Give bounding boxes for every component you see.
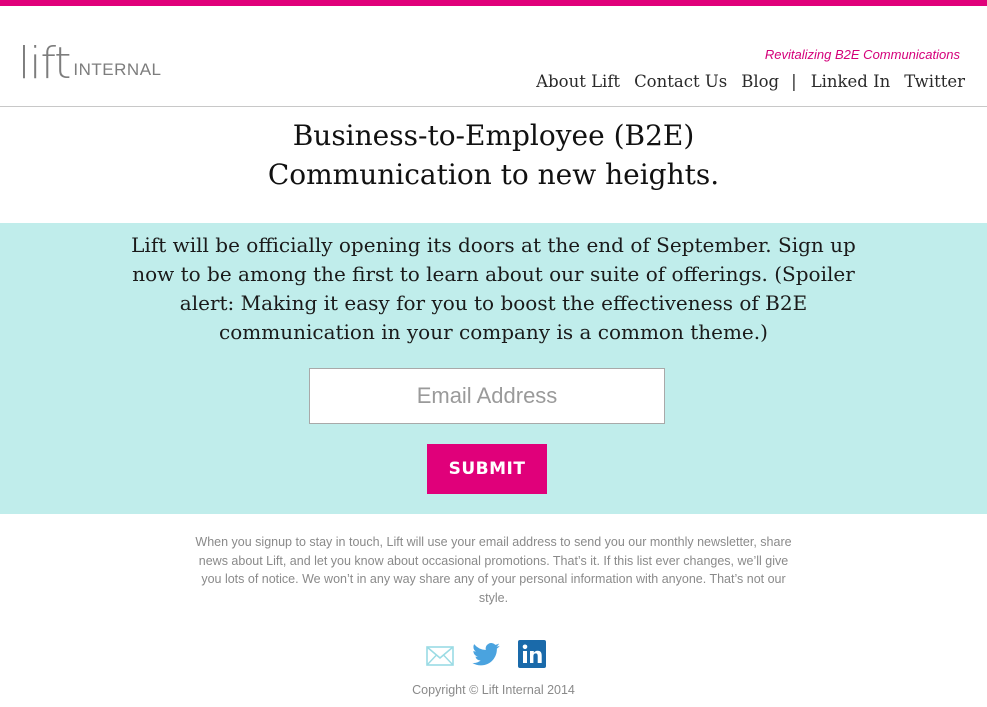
hero-section: Business-to-Employee (B2E) Communication… bbox=[0, 107, 987, 223]
signup-message: Lift will be officially opening its door… bbox=[131, 233, 856, 344]
logo-subtitle: INTERNAL bbox=[73, 60, 162, 79]
social-links bbox=[425, 640, 551, 670]
site-header: lift INTERNAL Revitalizing B2E Communica… bbox=[0, 6, 987, 107]
logo-word: lift bbox=[18, 38, 71, 89]
email-input[interactable] bbox=[309, 368, 665, 424]
copyright: Copyright © Lift Internal 2014 bbox=[412, 683, 575, 697]
signup-panel: Lift will be officially opening its door… bbox=[0, 223, 987, 514]
nav-about-lift[interactable]: About Lift bbox=[536, 72, 620, 91]
logo[interactable]: lift INTERNAL bbox=[18, 36, 162, 86]
hero-line-2: Communication to new heights. bbox=[267, 158, 720, 191]
mail-icon[interactable] bbox=[425, 640, 455, 670]
main-nav: About Lift Contact Us Blog | Linked In T… bbox=[522, 72, 965, 91]
submit-button[interactable]: SUBMIT bbox=[427, 444, 547, 494]
nav-linked-in[interactable]: Linked In bbox=[811, 72, 891, 91]
privacy-disclaimer: When you signup to stay in touch, Lift w… bbox=[195, 535, 792, 605]
nav-contact-us[interactable]: Contact Us bbox=[634, 72, 727, 91]
twitter-icon[interactable] bbox=[471, 640, 501, 670]
hero-line-1: Business-to-Employee (B2E) bbox=[292, 119, 695, 152]
linkedin-icon[interactable] bbox=[518, 640, 548, 670]
nav-separator: | bbox=[791, 72, 797, 91]
tagline: Revitalizing B2E Communications bbox=[764, 47, 960, 62]
nav-blog[interactable]: Blog bbox=[741, 72, 779, 91]
nav-twitter[interactable]: Twitter bbox=[904, 72, 965, 91]
